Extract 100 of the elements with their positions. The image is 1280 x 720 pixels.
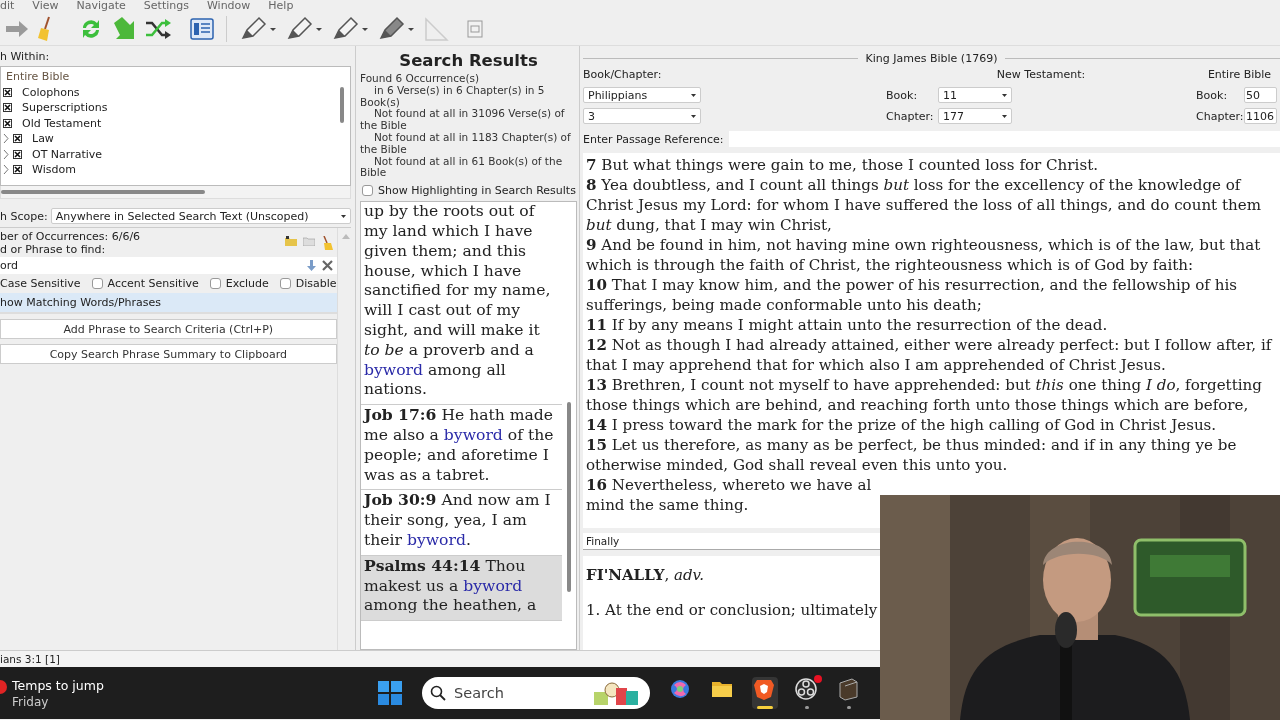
taskbar-search[interactable]: Search [422,677,650,709]
tree-item[interactable]: Entire Bible [6,70,70,84]
scrollbar[interactable] [567,402,571,593]
menu-item[interactable]: Window [206,0,251,12]
weather-title[interactable]: Temps to jump [12,677,104,693]
verse-line: 13 Brethren, I count not myself to have apprehended: but this one thing I do, forgetting [586,375,1262,395]
book-number-dropdown[interactable]: 11 [938,87,1012,103]
verse-line: 9 And be found in him, not having mine own righteousness, which is of the law, but that [586,235,1261,255]
scope-dropdown[interactable]: Anywhere in Selected Search Text (Unscoped) [50,208,351,224]
result-summary: Found 6 Occurrence(s) [360,73,481,85]
verse-line: Christ Jesus my Lord: for whom I have suffered the loss of all things, and do count them [586,195,1261,215]
checkbox-icon[interactable] [13,149,22,159]
scrollbar[interactable] [340,87,344,123]
verse-line: 7 But what things were gain to me, those I counted loss for Christ. [586,155,1098,175]
scope-label: h Scope: [0,209,48,223]
menu-item[interactable]: Help [268,0,294,12]
weather-day: Friday [12,694,104,709]
result-summary: Not found at all in 1183 Chapter(s) of the Bible [360,132,572,156]
checkbox-icon[interactable] [13,134,22,144]
field-label: Book: [1196,88,1229,102]
ring-app-icon[interactable] [794,677,820,709]
book-dropdown[interactable]: Philippians [583,87,701,103]
book-number-dropdown[interactable]: 50 [1244,87,1277,103]
phrase-action-button[interactable]: Copy Search Phrase Summary to Clipboard [0,344,337,364]
caret-icon [691,93,696,97]
checkbox[interactable] [279,277,291,289]
result-summary: in 6 Verse(s) in 6 Chapter(s) in 5 Book(s) [360,84,546,109]
search-result[interactable]: Psalms 44:14 Thou makest us a byword among the heathen, a [361,555,562,622]
checkbox-label: Exclude [225,276,269,290]
panel-title: Search Results [398,52,539,70]
verse-line: 10 That I may know him, and the power of his resurrection, and the fellowship of his [586,275,1237,295]
phrase-input[interactable]: ord [0,257,337,274]
tree-item[interactable]: OT Narrative [32,147,103,161]
result-summary: Not found at all in 61 Book(s) of the Bible [360,155,564,180]
verse-line: otherwise minded, God shall reveal even this unto you. [586,455,1008,475]
verse-line: that I may apprehend that for which also I am apprehended of Christ Jesus. [586,355,1166,375]
dictionary-definition: 1. At the end or conclusion; ultimately [586,601,879,619]
phrase-prompt: d or Phrase to find: [0,243,107,256]
matching-words-toggle[interactable]: how Matching Words/Phrases [0,293,337,314]
search-result[interactable]: Job 17:6 He hath made me also a byword of the people; and aforetime I was as a tabret. [361,405,562,491]
checkbox[interactable] [91,277,103,289]
checkbox-label: Show Highlighting in Search Results [378,184,576,198]
caret-icon [691,114,696,118]
verse-line: 12 Not as though I had already attained, either were already perfect: but I follow after, if [586,335,1272,355]
phrase-action-button[interactable]: Add Phrase to Search Criteria (Ctrl+P) [0,319,337,339]
folder-icon[interactable] [284,236,297,246]
verse-line: 15 Let us therefore, as many as be perfect, be thus minded: and if in any thing ye be [586,435,1237,455]
caret-icon [341,214,346,218]
occurrence-count: ber of Occurrences: 6/6/6 [0,230,141,243]
menu-item[interactable]: Navigate [76,0,126,12]
shield-app-icon[interactable] [752,677,778,709]
highlighter-dropdown-icon[interactable] [239,15,279,42]
verse-line: 16 Nevertheless, whereto we have al [586,475,872,495]
list-window-icon[interactable] [190,17,214,40]
checkbox[interactable] [362,185,373,197]
scrollbar[interactable] [1,190,205,194]
highlighter-dropdown-icon[interactable] [331,15,371,42]
dictionary-headword: FI'NALLY, adv. [586,566,705,584]
shuffle-icon[interactable] [144,16,172,41]
verse-line: 11 If by any means I might attain unto the resurrection of the dead. [586,315,1108,335]
tree-item[interactable]: Old Testament [22,116,102,130]
checkbox-icon[interactable] [13,165,22,175]
caret-icon [1002,114,1007,118]
field-label: Book/Chapter: [583,68,663,82]
chapter-number-dropdown[interactable]: 177 [938,108,1012,124]
tree-item[interactable]: Law [32,132,54,146]
highlighter-dropdown-icon[interactable] [377,15,417,42]
search-result[interactable]: up by the roots out of my land which I have given them; and this house, which I have sanctified for my name, will I cast out of my sight, and will make it to be a proverb and a byword among all nations. [361,202,562,406]
menu-item[interactable]: Settings [143,0,189,12]
checkbox-icon[interactable] [3,87,12,97]
checkbox[interactable] [209,277,221,289]
checkbox-label: Case Sensitive [0,276,81,290]
tree-item[interactable]: Wisdom [32,163,76,177]
checkbox-icon[interactable] [3,103,12,113]
start-icon[interactable] [378,681,402,705]
verse-line: sufferings, being made conformable unto his death; [586,295,982,315]
broom-icon[interactable] [320,236,333,250]
chapter-number-dropdown[interactable]: 1106 [1244,108,1277,124]
field-label: Chapter: [886,109,932,123]
tree-item[interactable]: Colophons [22,85,80,99]
down-arrow-icon[interactable] [306,260,316,271]
caret-icon [1002,93,1007,97]
verse-line: 8 Yea doubtless, and I count all things but loss for the excellency of the knowledge of [586,175,1241,195]
menu-item[interactable]: View [32,0,59,12]
checkbox-label: Accent Sensitive [107,276,199,290]
field-label: New Testament: [995,68,1087,82]
menu-item[interactable]: dit [0,0,15,12]
checkbox-label: Disable [295,276,337,290]
search-within-label: h Within: [0,49,51,65]
tree-item[interactable]: Superscriptions [22,101,108,115]
highlighter-dropdown-icon[interactable] [285,15,325,42]
field-label: Chapter: [1196,109,1242,123]
chapter-dropdown[interactable]: 3 [583,108,701,124]
verse-line: but dung, that I may win Christ, [586,215,832,235]
checkbox-icon[interactable] [3,118,12,128]
result-summary: Not found at all in 31096 Verse(s) of the Bible [360,108,566,132]
dictionary-search-field[interactable]: Finally [583,533,880,550]
close-icon[interactable] [321,260,333,271]
field-label: Enter Passage Reference: [583,132,724,146]
search-result[interactable]: Job 30:9 And now am I their song, yea, I am their byword. [361,490,562,556]
